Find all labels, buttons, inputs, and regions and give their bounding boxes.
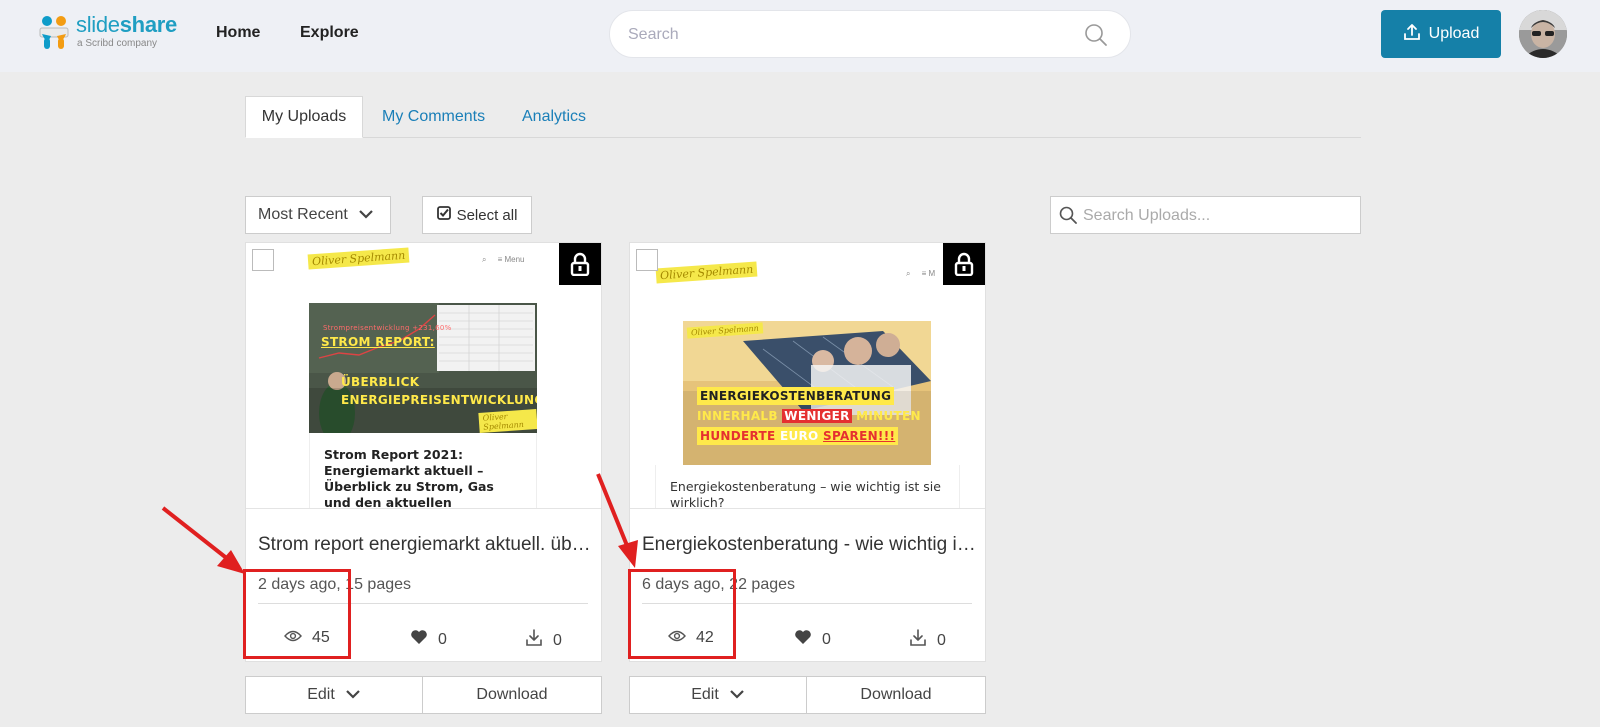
card-select-checkbox[interactable] [252,249,274,271]
thumbnail-banner-text: ENERGIEKOSTENBERATUNG [700,389,892,403]
search-icon[interactable] [1084,23,1108,52]
tab-my-comments[interactable]: My Comments [382,96,485,138]
chevron-down-icon [358,206,374,224]
thumbnail-doc-box: Energiekostenberatung – wie wichtig ist … [655,465,960,509]
download-button[interactable]: Download [423,676,602,714]
uploads-search-box [1050,196,1361,234]
thumbnail-banner-line: ÜBERBLICK [341,375,420,389]
chevron-down-icon [345,686,361,704]
thumbnail-banner-text: SPAREN!!! [823,429,896,443]
thumbnail-hero-image: Strompreisentwicklung +231,60% STROM REP… [309,303,537,433]
card-select-checkbox[interactable] [636,249,658,271]
downloads-count: 0 [553,631,562,649]
thumbnail-banner-text: INNERHALB [697,409,783,423]
author-signature-logo: Oliver Spelmann [478,409,537,433]
select-all-label: Select all [456,206,518,224]
global-search-bar [609,10,1131,58]
annotation-arrow [596,473,638,568]
upload-thumbnail[interactable]: Oliver Spelmann ⌕ ≡ Menu Strompreisentwi… [246,243,601,509]
nav-explore-link[interactable]: Explore [300,24,359,42]
slideshare-logo-icon [38,14,70,50]
downloads-stat: 0 [525,629,562,652]
downloads-count: 0 [937,631,946,649]
thumbnail-hero-image: Oliver Spelmann ENERGIEKOSTENBERATUNG IN… [683,321,931,465]
lock-icon[interactable] [559,243,601,285]
card-actions: Edit Download [629,676,986,714]
heart-icon [794,629,812,650]
tab-my-uploads[interactable]: My Uploads [245,96,363,138]
annotation-arrow [161,506,245,574]
thumbnail-mini-nav: ⌕ ≡ M [906,269,936,278]
download-icon [909,629,927,652]
upload-title-link[interactable]: Strom report energiemarkt aktuell. überb… [258,534,593,556]
thumbnail-banner-line: HUNDERTE EURO SPAREN!!! [697,427,899,445]
global-search-input[interactable] [628,23,1058,47]
thumbnail-banner-line: ENERGIEPREISENTWICKLUNG [341,393,537,407]
top-navigation-bar: slideshare a Scribd company Home Explore… [0,0,1600,72]
upload-button-label: Upload [1428,25,1480,42]
download-icon [525,629,543,652]
checkbox-checked-icon [436,206,451,224]
thumbnail-banner-text: MINUTEN [851,409,921,423]
thumbnail-doc-title: Energiekostenberatung – wie wichtig ist … [670,479,941,509]
thumbnail-doc-title: Strom Report 2021: Energiemarkt aktuell … [324,447,494,509]
likes-stat: 0 [410,629,447,650]
author-signature-logo: Oliver Spelmann [307,247,410,270]
download-button[interactable]: Download [807,676,986,714]
user-avatar[interactable] [1519,10,1567,58]
sort-dropdown[interactable]: Most Recent [245,196,391,234]
thumbnail-banner-line: ENERGIEKOSTENBERATUNG [697,387,895,405]
lock-icon[interactable] [943,243,985,285]
edit-button[interactable]: Edit [629,676,807,714]
thumbnail-doc-box: Strom Report 2021: Energiemarkt aktuell … [309,433,537,509]
thumbnail-banner-line: STROM REPORT: [321,335,435,349]
edit-button-label: Edit [691,686,719,703]
logo-word-light: slide [76,12,120,37]
logo-word-bold: share [119,12,178,37]
edit-button-label: Edit [307,686,335,703]
search-icon [1059,206,1077,229]
thumbnail-menu-label: Menu [504,255,525,264]
heart-icon [410,629,428,650]
thumbnail-banner-text: HUNDERTE [700,429,776,443]
annotation-highlight-box [628,569,736,659]
uploads-search-input[interactable] [1083,206,1353,226]
downloads-stat: 0 [909,629,946,652]
card-actions: Edit Download [245,676,602,714]
select-all-button[interactable]: Select all [422,196,532,234]
chevron-down-icon [729,686,745,704]
likes-stat: 0 [794,629,831,650]
likes-count: 0 [438,630,447,648]
annotation-highlight-box [243,569,351,659]
upload-title-link[interactable]: Energiekostenberatung - wie wichtig ist … [642,534,977,556]
edit-button[interactable]: Edit [245,676,423,714]
upload-button[interactable]: Upload [1381,10,1501,58]
sort-dropdown-value: Most Recent [258,206,348,223]
thumbnail-banner-line: INNERHALB WENIGER MINUTEN [697,407,921,425]
thumbnail-menu-label: M [928,269,936,278]
thumbnail-banner-text: EURO [775,429,824,443]
upload-thumbnail[interactable]: Oliver Spelmann ⌕ ≡ M Oliver Spelmann EN… [630,243,985,509]
logo-subtitle: a Scribd company [77,38,158,49]
thumbnail-mini-nav: ⌕ ≡ Menu [482,255,525,264]
nav-home-link[interactable]: Home [216,24,260,42]
upload-icon [1403,23,1421,46]
tab-analytics[interactable]: Analytics [522,96,586,138]
author-signature-logo: Oliver Spelmann [655,261,758,284]
likes-count: 0 [822,630,831,648]
thumbnail-banner-text: WENIGER [782,409,852,423]
slideshare-logo[interactable]: slideshare a Scribd company [38,14,177,50]
